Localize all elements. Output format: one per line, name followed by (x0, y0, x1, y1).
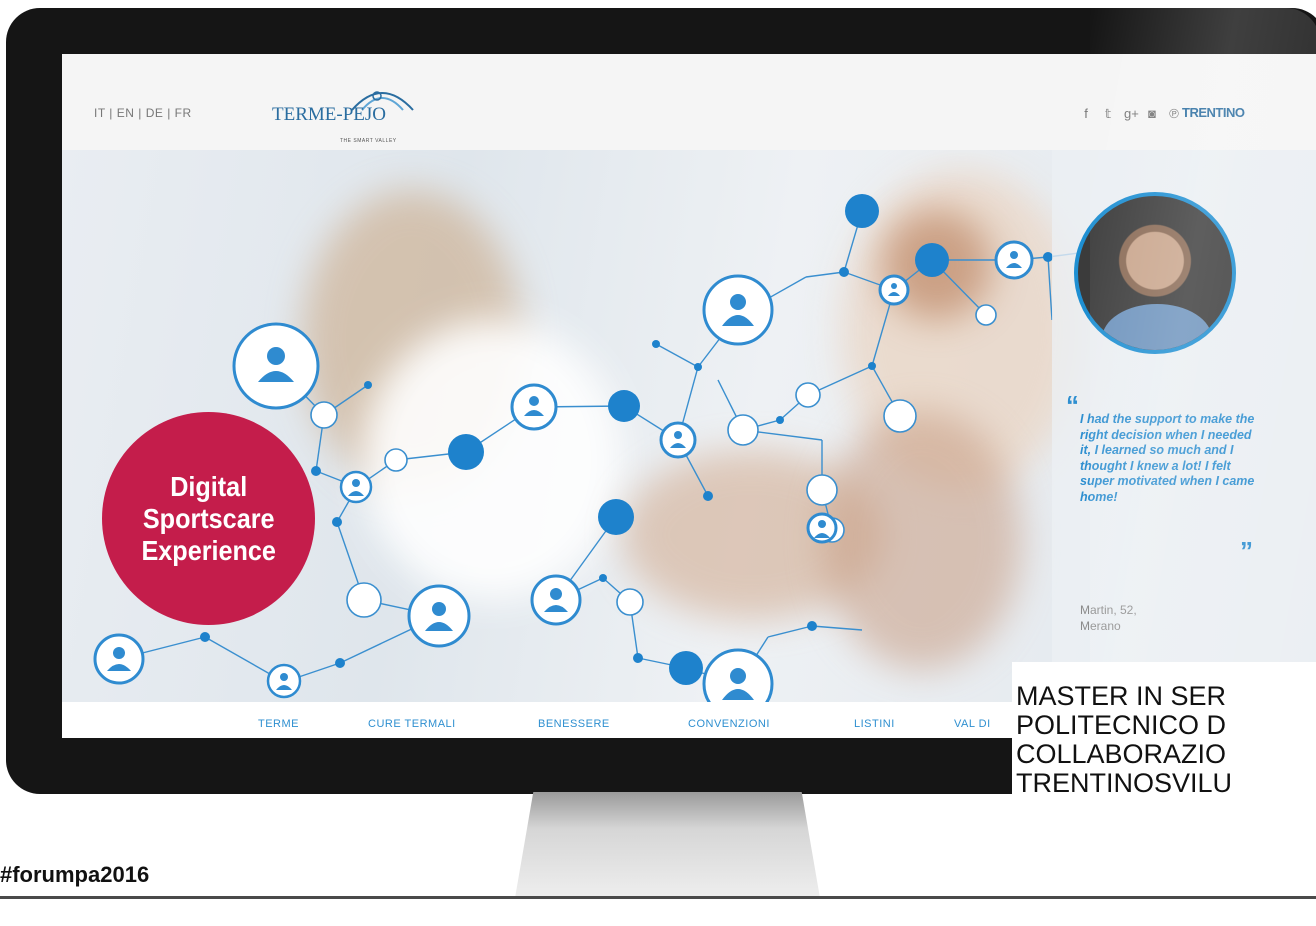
caption-line: TRENTINOSVILU (1016, 768, 1233, 798)
quote-close-icon: ” (1240, 536, 1253, 566)
monitor-stand (515, 792, 820, 898)
site-header: IT | EN | DE | FR TERME-PEJO THE SMART V… (62, 54, 1316, 150)
testimonial-avatar (1074, 192, 1236, 354)
caption-line: MASTER IN SER (1016, 681, 1227, 711)
trentino-logo[interactable]: TRENTINO (1182, 105, 1245, 120)
nav-item-convenzioni[interactable]: CONVENZIONI (688, 718, 770, 730)
slide-baseline (0, 896, 1316, 899)
pinterest-icon[interactable]: ℗ (1168, 106, 1180, 122)
caption-line: COLLABORAZIO (1016, 739, 1227, 769)
testimonial-attribution: Martin, 52, Merano (1080, 603, 1137, 633)
badge-line: Sportscare (142, 502, 275, 534)
logo-tagline: THE SMART VALLEY (340, 138, 397, 144)
event-hashtag: #forumpa2016 (0, 862, 150, 887)
hero-banner: Digital Sportscare Experience “ I had th… (62, 150, 1316, 702)
website-screen: IT | EN | DE | FR TERME-PEJO THE SMART V… (62, 54, 1316, 738)
twitter-icon[interactable]: 𝕥 (1102, 106, 1114, 122)
site-logo[interactable]: TERME-PEJO (272, 104, 386, 126)
badge-line: Experience (141, 534, 276, 566)
nav-item-cure-termali[interactable]: CURE TERMALI (368, 718, 456, 730)
slide-caption: MASTER IN SER POLITECNICO D COLLABORAZIO… (1012, 662, 1316, 802)
caption-line: POLITECNICO D (1016, 710, 1227, 740)
nav-item-listini[interactable]: LISTINI (854, 718, 895, 730)
digital-sportscare-badge[interactable]: Digital Sportscare Experience (102, 412, 315, 625)
facebook-icon[interactable]: f (1080, 106, 1092, 122)
language-switcher[interactable]: IT | EN | DE | FR (94, 106, 192, 120)
nav-item-terme[interactable]: TERME (258, 718, 299, 730)
quote-open-icon: “ (1066, 390, 1079, 420)
nav-item-benessere[interactable]: BENESSERE (538, 718, 610, 730)
badge-line: Digital (169, 470, 247, 502)
testimonial-quote: I had the support to make the right deci… (1080, 412, 1255, 504)
nav-item-val-di[interactable]: VAL DI (954, 718, 991, 730)
google-plus-icon[interactable]: g+ (1124, 106, 1139, 122)
instagram-icon[interactable]: ◙ (1146, 106, 1158, 122)
social-links: f 𝕥 g+ ◙ ℗ (1080, 106, 1180, 122)
